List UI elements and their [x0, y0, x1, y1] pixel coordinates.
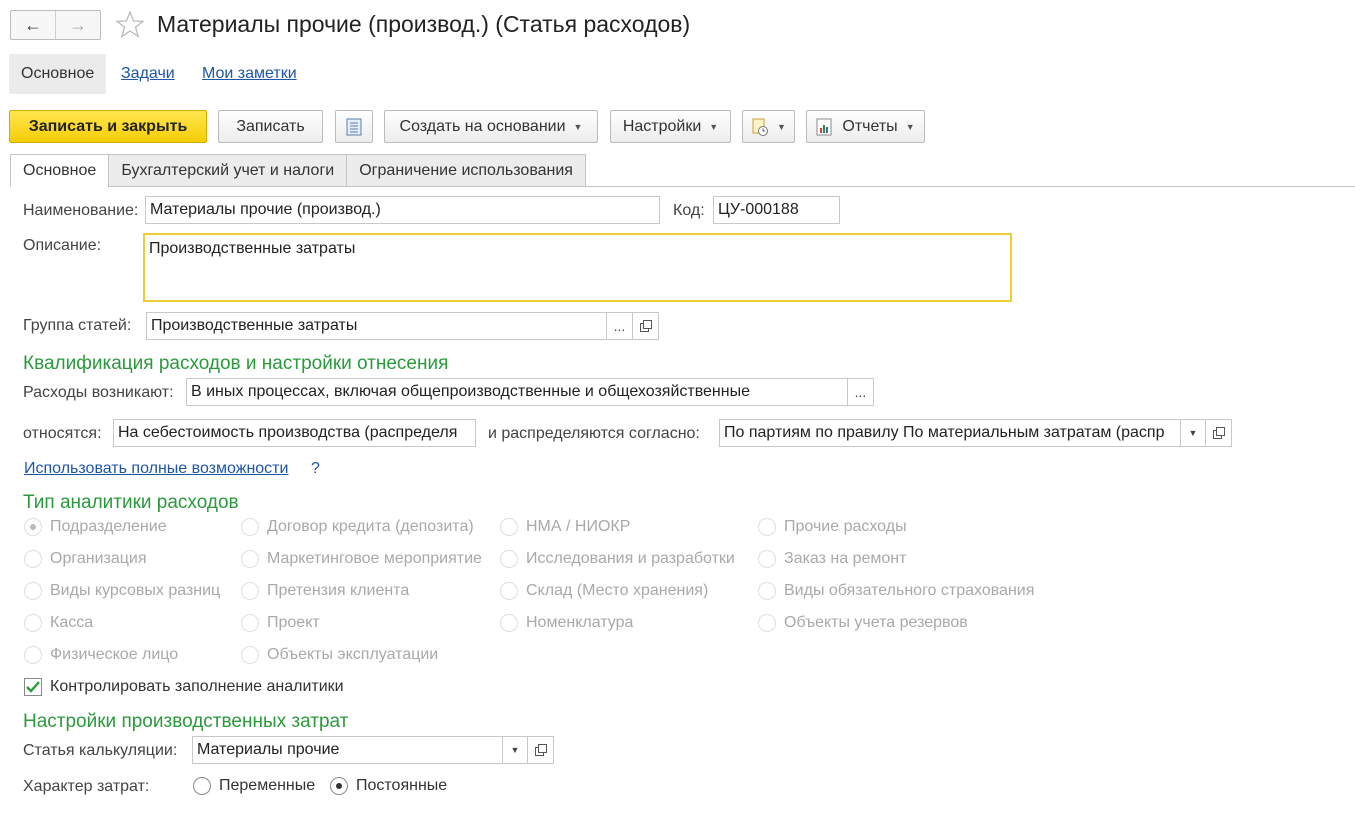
- analytics-radio[interactable]: Физическое лицо: [24, 646, 178, 664]
- arrow-right-icon: →: [69, 14, 87, 35]
- tab-accounting[interactable]: Бухгалтерский учет и налоги: [108, 154, 348, 187]
- save-and-close-button[interactable]: Записать и закрыть: [9, 110, 207, 143]
- tab-main[interactable]: Основное: [10, 154, 110, 187]
- code-field[interactable]: ЦУ-000188: [713, 196, 840, 224]
- nav-tab-main[interactable]: Основное: [9, 54, 107, 94]
- star-icon[interactable]: [114, 9, 146, 41]
- analytics-radio[interactable]: Объекты эксплуатации: [241, 646, 438, 664]
- dropdown-arrow-icon: ▼: [905, 121, 915, 132]
- analytics-radio[interactable]: Проект: [241, 614, 320, 632]
- cost-fixed-radio[interactable]: Постоянные: [330, 777, 447, 795]
- name-label: Наименование:: [23, 202, 139, 219]
- dropdown-arrow-icon: ▼: [777, 121, 786, 132]
- back-button[interactable]: ←: [11, 11, 55, 39]
- group-label: Группа статей:: [23, 317, 132, 334]
- analytics-radio[interactable]: Виды курсовых разниц: [24, 582, 220, 600]
- analytics-radio[interactable]: Маркетинговое мероприятие: [241, 550, 482, 568]
- arrow-left-icon: ←: [24, 14, 42, 35]
- calc-item-open-button[interactable]: [528, 736, 554, 764]
- code-label: Код:: [673, 202, 705, 219]
- window-title: Материалы прочие (производ.) (Статья рас…: [157, 11, 691, 37]
- distribute-label: и распределяются согласно:: [488, 425, 700, 442]
- calc-item-dropdown-button[interactable]: ▼: [503, 736, 528, 764]
- nav-tab-tasks[interactable]: Задачи: [109, 54, 187, 94]
- ellipsis-icon: ...: [854, 384, 867, 400]
- analytics-radio[interactable]: Склад (Место хранения): [500, 582, 708, 600]
- analytics-radio[interactable]: Прочие расходы: [758, 518, 907, 536]
- relate-label: относятся:: [23, 425, 102, 442]
- analytics-radio[interactable]: Заказ на ремонт: [758, 550, 906, 568]
- dropdown-arrow-icon: ▼: [1188, 428, 1198, 438]
- analytics-radio[interactable]: Исследования и разработки: [500, 550, 735, 568]
- cost-variable-radio[interactable]: Переменные: [193, 777, 315, 795]
- navigation-buttons: ← →: [10, 10, 101, 40]
- section-production-costs: Настройки производственных затрат: [23, 711, 349, 732]
- help-icon[interactable]: ?: [311, 460, 320, 478]
- checkmark-icon: [24, 678, 42, 696]
- form-tabs: Основное Бухгалтерский учет и налоги Огр…: [10, 154, 586, 187]
- control-analytics-checkbox[interactable]: Контролировать заполнение аналитики: [24, 678, 344, 696]
- list-icon: [346, 118, 362, 135]
- description-field[interactable]: Производственные затраты: [143, 233, 1012, 302]
- name-field[interactable]: Материалы прочие (производ.): [145, 196, 660, 224]
- analytics-radio[interactable]: Подразделение: [24, 518, 167, 536]
- analytics-radio[interactable]: Договор кредита (депозита): [241, 518, 474, 536]
- forward-button[interactable]: →: [55, 11, 100, 39]
- tab-usage-restriction[interactable]: Ограничение использования: [346, 154, 586, 187]
- save-button[interactable]: Записать: [218, 110, 323, 143]
- dropdown-arrow-icon: ▼: [573, 121, 583, 132]
- cost-nature-label: Характер затрат:: [23, 778, 150, 795]
- list-button[interactable]: [335, 110, 373, 143]
- arise-field[interactable]: В иных процессах, включая общепроизводст…: [186, 378, 848, 406]
- analytics-radio[interactable]: Номенклатура: [500, 614, 633, 632]
- calc-item-label: Статья калькуляции:: [23, 742, 178, 759]
- open-window-icon: [639, 320, 652, 332]
- open-window-icon: [1212, 427, 1225, 439]
- distribute-field[interactable]: По партиям по правилу По материальным за…: [719, 419, 1181, 447]
- reports-button[interactable]: Отчеты ▼: [806, 110, 925, 143]
- settings-button[interactable]: Настройки ▼: [610, 110, 731, 143]
- analytics-radio[interactable]: НМА / НИОКР: [500, 518, 630, 536]
- group-select-button[interactable]: ...: [607, 312, 633, 340]
- arise-label: Расходы возникают:: [23, 384, 174, 401]
- create-based-on-button[interactable]: Создать на основании ▼: [384, 110, 598, 143]
- distribute-dropdown-button[interactable]: ▼: [1181, 419, 1206, 447]
- arise-select-button[interactable]: ...: [848, 378, 874, 406]
- document-clock-icon: [752, 118, 769, 136]
- analytics-radio[interactable]: Виды обязательного страхования: [758, 582, 1034, 600]
- relate-field[interactable]: На себестоимость производства (распредел…: [113, 419, 476, 447]
- attachments-button[interactable]: ▼: [742, 110, 795, 143]
- group-open-button[interactable]: [633, 312, 659, 340]
- dropdown-arrow-icon: ▼: [709, 121, 719, 132]
- description-label: Описание:: [23, 237, 102, 254]
- dropdown-arrow-icon: ▼: [510, 745, 520, 755]
- ellipsis-icon: ...: [613, 318, 626, 334]
- section-expense-qualification: Квалификация расходов и настройки отнесе…: [23, 353, 449, 374]
- distribute-open-button[interactable]: [1206, 419, 1232, 447]
- analytics-radio[interactable]: Объекты учета резервов: [758, 614, 968, 632]
- full-features-link[interactable]: Использовать полные возможности: [24, 460, 288, 478]
- group-field[interactable]: Производственные затраты: [146, 312, 607, 340]
- report-icon: [816, 118, 832, 135]
- section-analytics-type: Тип аналитики расходов: [23, 492, 239, 513]
- analytics-radio[interactable]: Касса: [24, 614, 93, 632]
- analytics-radio[interactable]: Организация: [24, 550, 147, 568]
- calc-item-field[interactable]: Материалы прочие: [192, 736, 503, 764]
- analytics-radio[interactable]: Претензия клиента: [241, 582, 409, 600]
- open-window-icon: [534, 744, 547, 756]
- nav-tab-notes[interactable]: Мои заметки: [190, 54, 309, 94]
